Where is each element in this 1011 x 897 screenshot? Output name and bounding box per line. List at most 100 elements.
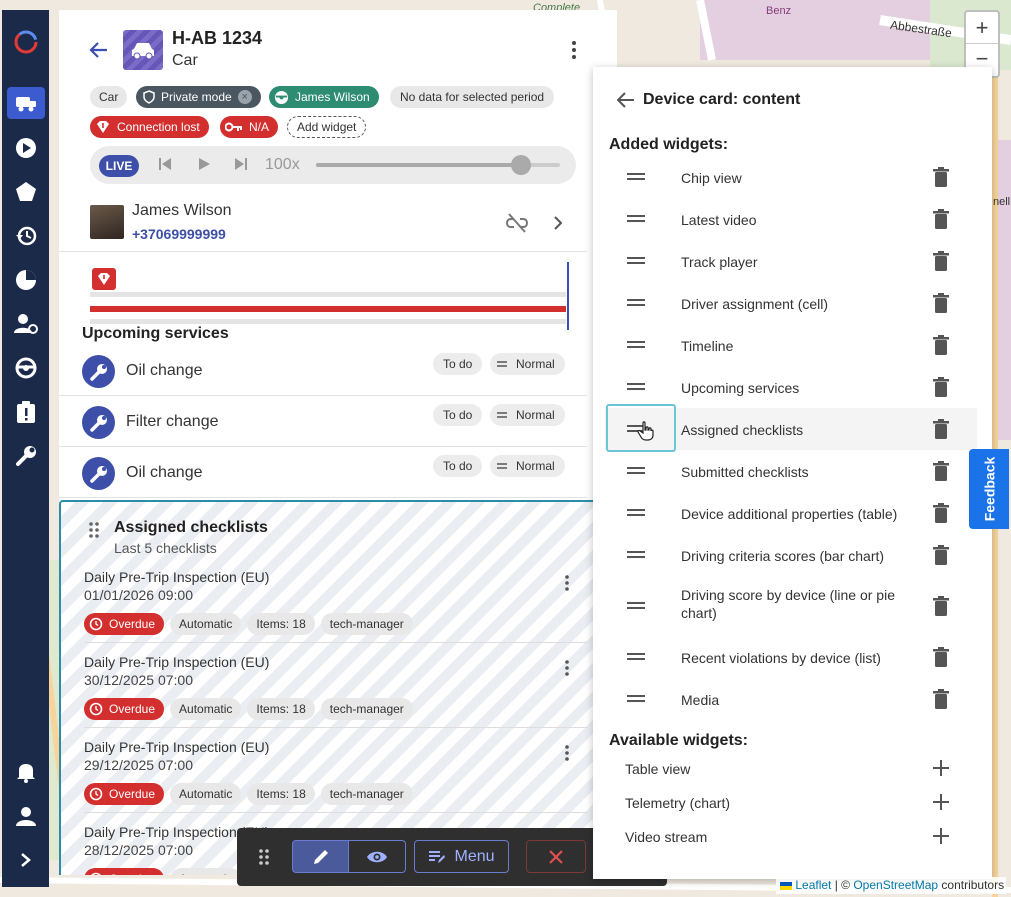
close-edit-button[interactable] xyxy=(526,840,586,873)
chip-remove-icon[interactable]: × xyxy=(237,90,252,104)
steering-wheel-icon[interactable] xyxy=(7,352,45,384)
available-widget-row[interactable]: Telemetry (chart) xyxy=(625,786,955,820)
drag-handle-icon[interactable] xyxy=(627,463,645,482)
added-widget-row[interactable]: Track player xyxy=(605,240,977,282)
chevron-right-icon[interactable] xyxy=(7,844,45,876)
added-widget-row[interactable]: Timeline xyxy=(605,324,977,366)
chip-private-mode[interactable]: Private mode × xyxy=(136,86,261,108)
checklist-item[interactable]: Daily Pre-Trip Inspection (EU) 30/12/2025… xyxy=(84,643,587,728)
drag-handle-icon[interactable] xyxy=(627,253,645,272)
added-widget-row[interactable]: Device additional properties (table) xyxy=(605,492,977,534)
kebab-menu-icon[interactable] xyxy=(564,659,570,680)
account-icon[interactable] xyxy=(7,800,45,832)
vehicle-icon[interactable] xyxy=(7,87,45,119)
preview-mode-button[interactable] xyxy=(349,840,406,873)
clipboard-alert-icon[interactable] xyxy=(7,396,45,428)
added-widget-row[interactable]: Assigned checklists xyxy=(605,404,977,452)
logo-icon[interactable] xyxy=(7,26,45,58)
drag-handle-icon[interactable] xyxy=(627,337,645,356)
panel-title: Device card: content xyxy=(643,91,801,108)
checklist-title: Daily Pre-Trip Inspection (EU) xyxy=(84,739,270,755)
service-row[interactable]: Oil change To do Normal xyxy=(59,447,587,498)
skip-back-icon[interactable] xyxy=(158,157,172,174)
add-icon[interactable] xyxy=(933,760,949,779)
assigned-checklists-widget[interactable]: Assigned checklists Last 5 checklists Da… xyxy=(59,500,617,875)
available-widget-row[interactable]: Video stream xyxy=(625,820,955,854)
delete-icon[interactable] xyxy=(933,503,949,526)
service-row[interactable]: Filter change To do Normal xyxy=(59,396,587,447)
kebab-menu-icon[interactable] xyxy=(564,574,570,595)
drag-handle-icon[interactable] xyxy=(627,505,645,524)
added-widget-row[interactable]: Driving score by device (line or pie cha… xyxy=(605,576,977,636)
service-status-chip: To do xyxy=(433,404,483,426)
live-button[interactable]: LIVE xyxy=(99,155,139,177)
delete-icon[interactable] xyxy=(933,647,949,670)
delete-icon[interactable] xyxy=(933,461,949,484)
slider-thumb[interactable] xyxy=(510,155,531,175)
checklist-item[interactable]: Daily Pre-Trip Inspection (EU) 01/01/2026… xyxy=(84,558,587,643)
delete-icon[interactable] xyxy=(933,209,949,232)
skip-forward-icon[interactable] xyxy=(234,157,248,174)
delete-icon[interactable] xyxy=(933,251,949,274)
play-button-icon[interactable] xyxy=(197,157,211,174)
driver-row[interactable]: James Wilson +37069999999 xyxy=(59,196,587,252)
user-settings-icon[interactable] xyxy=(7,308,45,340)
geofence-icon[interactable] xyxy=(7,176,45,208)
reports-pie-icon[interactable] xyxy=(7,264,45,296)
added-widget-row[interactable]: Chip view xyxy=(605,156,977,198)
timeline-slider[interactable] xyxy=(316,155,560,175)
service-row[interactable]: Oil change To do Normal xyxy=(59,345,587,396)
zoom-in-button[interactable]: + xyxy=(966,12,998,44)
panel-back-icon[interactable] xyxy=(616,91,635,112)
drag-handle-icon[interactable] xyxy=(627,598,645,617)
delete-icon[interactable] xyxy=(933,596,949,619)
back-arrow-icon[interactable] xyxy=(89,40,109,63)
drag-handle-icon[interactable] xyxy=(627,211,645,230)
added-widget-row[interactable]: Recent violations by device (list) xyxy=(605,636,977,678)
drag-handle-icon[interactable] xyxy=(259,849,269,868)
drag-handle-icon[interactable] xyxy=(627,169,645,188)
menu-button[interactable]: Menu xyxy=(414,840,509,873)
delete-icon[interactable] xyxy=(933,335,949,358)
service-priority-chip: Normal xyxy=(490,404,565,426)
drag-handle-icon[interactable] xyxy=(627,379,645,398)
added-widget-row[interactable]: Latest video xyxy=(605,198,977,240)
add-widget-button[interactable]: Add widget xyxy=(287,116,367,138)
delete-icon[interactable] xyxy=(933,377,949,400)
added-widget-row[interactable]: Driving criteria scores (bar chart) xyxy=(605,534,977,576)
checklist-item[interactable]: Daily Pre-Trip Inspection (EU) 29/12/2025… xyxy=(84,728,587,813)
chip-driver[interactable]: James Wilson xyxy=(269,86,379,108)
feedback-tab[interactable]: Feedback xyxy=(969,449,1009,529)
added-widget-row[interactable]: Submitted checklists xyxy=(605,450,977,492)
bell-icon[interactable] xyxy=(7,756,45,788)
chevron-right-icon[interactable] xyxy=(553,215,563,234)
driver-phone[interactable]: +37069999999 xyxy=(132,226,226,242)
drag-handle-icon[interactable] xyxy=(627,649,645,668)
added-widget-row[interactable]: Upcoming services xyxy=(605,366,977,408)
leaflet-link[interactable]: Leaflet xyxy=(795,878,831,892)
drag-handle-icon[interactable] xyxy=(89,521,99,542)
role-chip: tech-manager xyxy=(320,698,413,720)
osm-link[interactable]: OpenStreetMap xyxy=(853,878,938,892)
drag-handle-icon[interactable] xyxy=(627,691,645,710)
added-widget-row[interactable]: Driver assignment (cell) xyxy=(605,282,977,324)
edit-mode-button[interactable] xyxy=(292,840,349,873)
drag-handle-icon[interactable] xyxy=(627,295,645,314)
wrench-icon[interactable] xyxy=(7,440,45,472)
delete-icon[interactable] xyxy=(933,545,949,568)
available-widget-row[interactable]: Table view xyxy=(625,752,955,786)
speed-label[interactable]: 100x xyxy=(265,156,300,174)
play-icon[interactable] xyxy=(7,132,45,164)
add-icon[interactable] xyxy=(933,828,949,847)
kebab-menu-icon[interactable] xyxy=(564,744,570,765)
unlink-icon[interactable] xyxy=(505,213,529,236)
delete-icon[interactable] xyxy=(933,689,949,712)
delete-icon[interactable] xyxy=(933,167,949,190)
history-icon[interactable] xyxy=(7,220,45,252)
kebab-menu-icon[interactable] xyxy=(571,40,577,63)
delete-icon[interactable] xyxy=(933,293,949,316)
added-widget-row[interactable]: Media xyxy=(605,678,977,720)
add-icon[interactable] xyxy=(933,794,949,813)
drag-handle-icon[interactable] xyxy=(627,547,645,566)
delete-icon[interactable] xyxy=(933,419,949,442)
